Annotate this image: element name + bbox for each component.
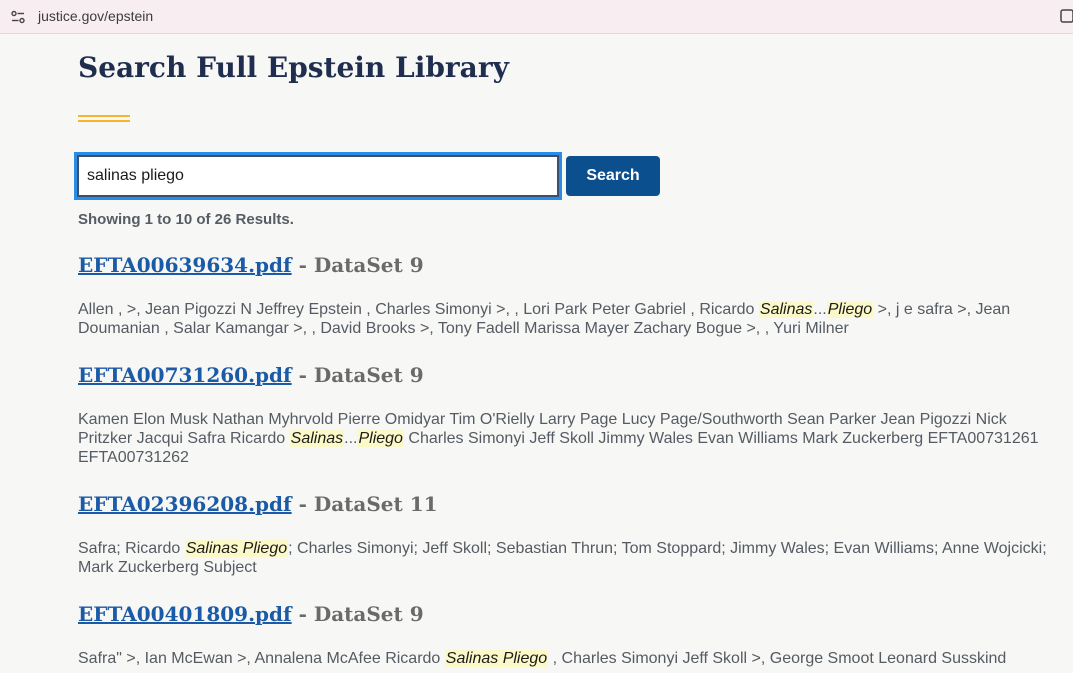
result-snippet: Safra; Ricardo Salinas Pliego; Charles S… (78, 539, 1048, 577)
result-dataset: - DataSet 9 (291, 363, 424, 387)
page-content: Search Full Epstein Library Search Showi… (0, 35, 1073, 673)
snippet-text: Safra; Ricardo (78, 540, 185, 557)
result-item: EFTA00401809.pdf - DataSet 9 Safra" >, I… (78, 601, 1048, 668)
snippet-text: Safra" >, Ian McEwan >, Annalena McAfee … (78, 650, 445, 667)
results-summary: Showing 1 to 10 of 26 Results. (78, 211, 294, 228)
result-title: EFTA02396208.pdf - DataSet 11 (78, 491, 1048, 517)
snippet-text: ... (344, 430, 358, 447)
result-file-link[interactable]: EFTA00639634.pdf (78, 253, 292, 277)
highlighted-match: Salinas (758, 301, 814, 318)
result-item: EFTA02396208.pdf - DataSet 11 Safra; Ric… (78, 491, 1048, 577)
browser-address-bar: justice.gov/epstein (0, 0, 1073, 34)
result-item: EFTA00731260.pdf - DataSet 9 Kamen Elon … (78, 362, 1048, 467)
search-button[interactable]: Search (566, 156, 660, 196)
highlighted-match: Pliego (826, 301, 874, 318)
result-item: EFTA00639634.pdf - DataSet 9 Allen , >, … (78, 252, 1048, 338)
page-title: Search Full Epstein Library (78, 51, 509, 84)
snippet-text: Allen , >, Jean Pigozzi N Jeffrey Epstei… (78, 301, 759, 318)
site-settings-icon[interactable] (10, 9, 26, 25)
highlighted-match: Salinas Pliego (184, 540, 289, 557)
snippet-text: , Charles Simonyi Jeff Skoll >, George S… (548, 650, 1007, 667)
highlighted-match: Salinas (289, 430, 345, 447)
result-title: EFTA00639634.pdf - DataSet 9 (78, 252, 1048, 278)
title-accent-divider (78, 115, 130, 122)
result-snippet: Kamen Elon Musk Nathan Myhrvold Pierre O… (78, 410, 1048, 467)
result-file-link[interactable]: EFTA00731260.pdf (78, 363, 292, 387)
extension-icon[interactable] (1060, 8, 1073, 24)
highlighted-match: Salinas Pliego (444, 650, 549, 667)
result-dataset: - DataSet 11 (291, 492, 438, 516)
result-dataset: - DataSet 9 (291, 602, 424, 626)
result-file-link[interactable]: EFTA02396208.pdf (78, 492, 292, 516)
result-title: EFTA00401809.pdf - DataSet 9 (78, 601, 1048, 627)
result-dataset: - DataSet 9 (291, 253, 424, 277)
result-title: EFTA00731260.pdf - DataSet 9 (78, 362, 1048, 388)
snippet-text: ... (813, 301, 827, 318)
search-input[interactable] (74, 152, 562, 200)
highlighted-match: Pliego (357, 430, 404, 447)
result-file-link[interactable]: EFTA00401809.pdf (78, 602, 292, 626)
result-snippet: Allen , >, Jean Pigozzi N Jeffrey Epstei… (78, 300, 1048, 338)
result-snippet: Safra" >, Ian McEwan >, Annalena McAfee … (78, 649, 1048, 668)
url-text[interactable]: justice.gov/epstein (38, 8, 153, 24)
